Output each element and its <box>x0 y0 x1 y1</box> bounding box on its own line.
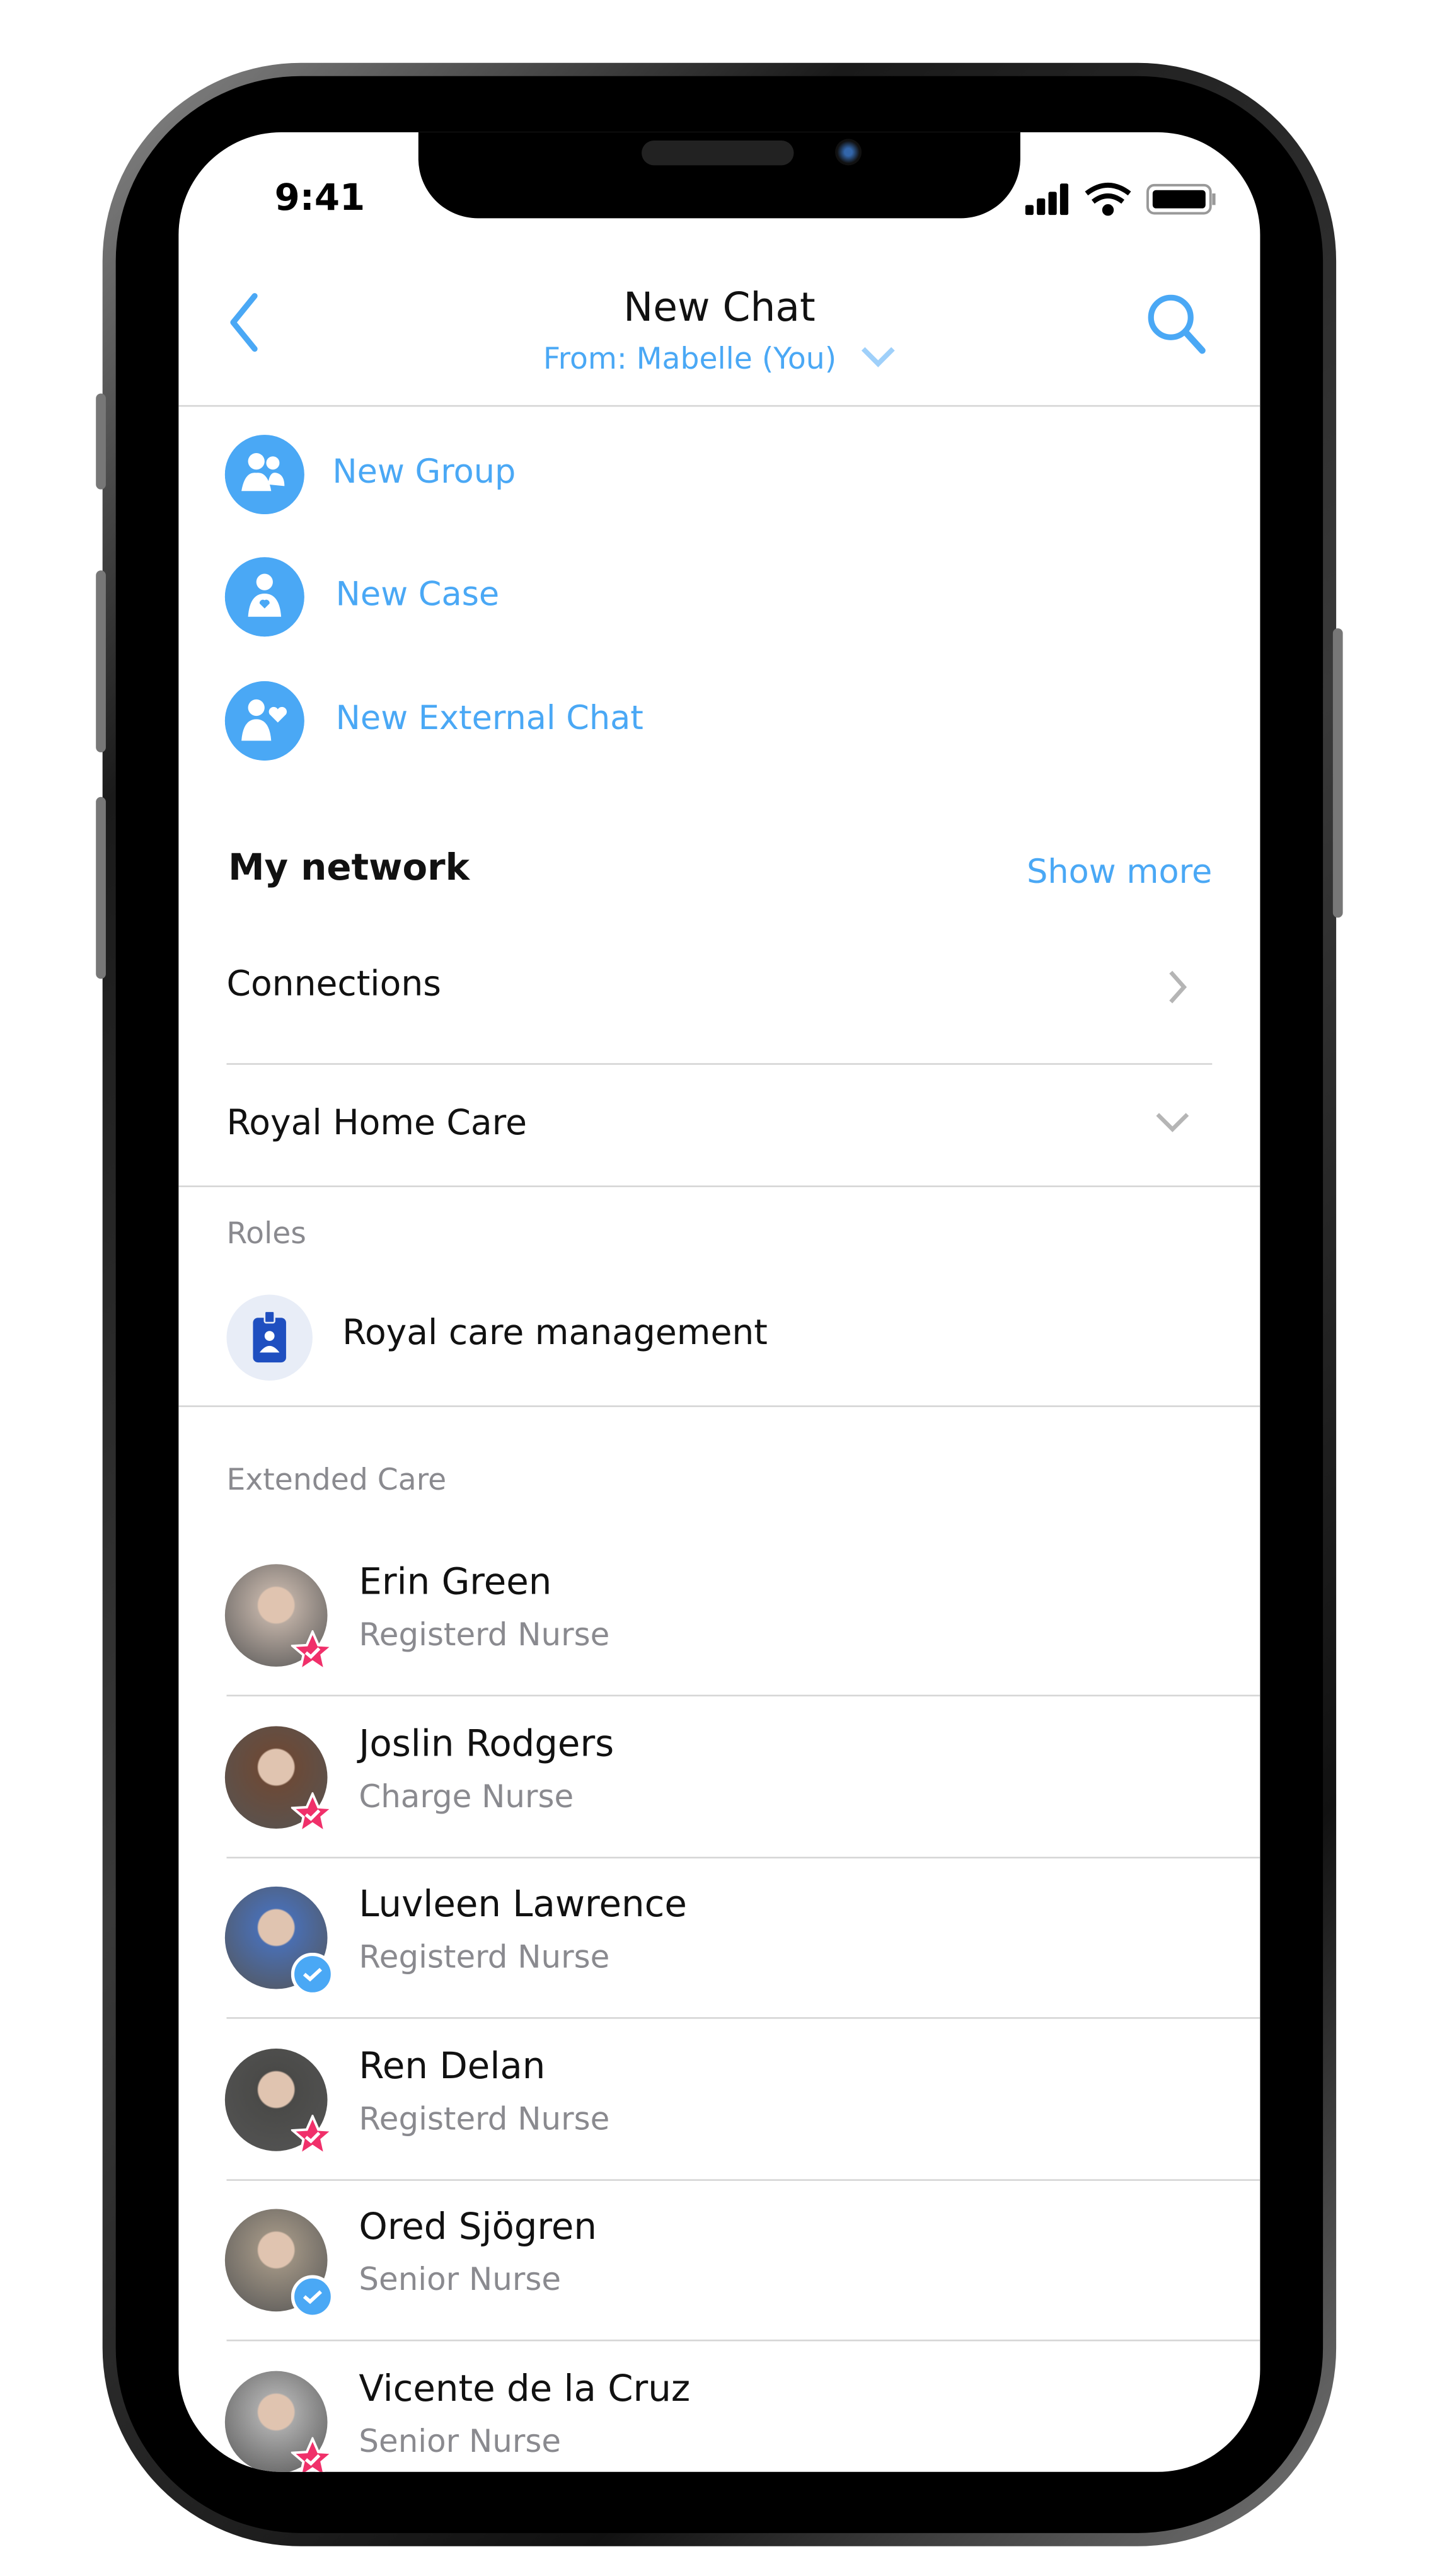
person-name: Joslin Rodgers <box>359 1723 614 1766</box>
person-role: Senior Nurse <box>359 2423 562 2460</box>
new-case-label: New Case <box>335 573 500 614</box>
camera <box>835 139 862 166</box>
roles-heading: Roles <box>226 1217 306 1252</box>
new-group-label: New Group <box>332 451 516 492</box>
person-role: Senior Nurse <box>359 2262 562 2299</box>
person-row[interactable]: Ored Sjögren Senior Nurse <box>224 2207 1260 2358</box>
new-external-chat-button[interactable]: New External Chat <box>224 681 1217 764</box>
new-external-chat-label: New External Chat <box>335 698 643 738</box>
person-name: Ored Sjögren <box>359 2207 597 2249</box>
battery-icon <box>1146 183 1216 215</box>
silent-switch <box>96 393 106 490</box>
new-case-button[interactable]: New Case <box>224 557 1217 640</box>
organization-row[interactable]: Royal Home Care <box>226 1066 1212 1182</box>
volume-down-button <box>96 796 106 979</box>
chevron-down-icon <box>1156 1113 1189 1132</box>
screen: 9:41 New Chat From: Mabelle (You) New Gr… <box>178 132 1260 2472</box>
person-row[interactable]: Luvleen Lawrence Registerd Nurse <box>224 1885 1260 2035</box>
from-label: From: Mabelle (You) <box>543 342 837 377</box>
person-row[interactable]: Ren Delan Registerd Nurse <box>224 2046 1260 2197</box>
person-row[interactable]: Joslin Rodgers Charge Nurse <box>224 1723 1260 1874</box>
notch <box>418 132 1020 219</box>
my-network-heading: My network <box>228 848 470 890</box>
group-icon <box>224 435 304 515</box>
power-button <box>1332 628 1343 918</box>
chevron-down-icon <box>860 347 894 367</box>
chevron-right-icon <box>1169 970 1187 1004</box>
connections-label: Connections <box>226 963 441 1004</box>
badge-icon <box>226 1294 313 1381</box>
from-selector[interactable]: From: Mabelle (You) <box>178 342 1260 377</box>
divider <box>226 1694 1260 1697</box>
role-label: Royal care management <box>342 1313 768 1353</box>
person-name: Vicente de la Cruz <box>359 2368 691 2410</box>
new-group-button[interactable]: New Group <box>224 435 1217 517</box>
show-more-link[interactable]: Show more <box>1027 851 1212 891</box>
divider <box>226 2178 1260 2180</box>
divider <box>226 1856 1260 1858</box>
star-badge-icon <box>291 2113 335 2156</box>
person-role: Registerd Nurse <box>359 1939 610 1976</box>
star-badge-icon <box>291 1791 335 1834</box>
person-name: Ren Delan <box>359 2046 546 2088</box>
star-badge-icon <box>291 2436 335 2472</box>
wifi-icon <box>1085 183 1131 216</box>
divider <box>226 2339 1260 2342</box>
person-role: Charge Nurse <box>359 1778 574 1815</box>
search-icon[interactable] <box>1145 291 1211 357</box>
person-name: Erin Green <box>359 1562 552 1604</box>
divider <box>226 1063 1213 1065</box>
signal-icon <box>1025 183 1069 216</box>
verified-badge-icon <box>291 2275 335 2318</box>
divider <box>178 1405 1260 1407</box>
person-role: Registerd Nurse <box>359 2100 610 2137</box>
divider <box>226 2017 1260 2019</box>
speaker <box>642 141 794 166</box>
status-time: 9:41 <box>274 178 366 220</box>
star-badge-icon <box>291 1630 335 1673</box>
person-name: Luvleen Lawrence <box>359 1885 687 1926</box>
case-icon <box>224 557 304 637</box>
person-role: Registerd Nurse <box>359 1617 610 1653</box>
person-row[interactable]: Erin Green Registerd Nurse <box>224 1562 1260 1713</box>
person-row[interactable]: Vicente de la Cruz Senior Nurse <box>224 2368 1260 2472</box>
divider <box>178 1185 1260 1187</box>
role-item[interactable]: Royal care management <box>225 1293 1217 1383</box>
status-icons <box>1025 183 1216 216</box>
volume-up-button <box>96 570 106 752</box>
header-divider <box>178 405 1260 407</box>
external-chat-icon <box>224 681 304 761</box>
connections-row[interactable]: Connections <box>226 943 1212 1033</box>
organization-label: Royal Home Care <box>226 1103 528 1143</box>
verified-badge-icon <box>291 1952 335 1996</box>
extended-care-heading: Extended Care <box>226 1463 447 1498</box>
page-title: New Chat <box>623 284 816 331</box>
